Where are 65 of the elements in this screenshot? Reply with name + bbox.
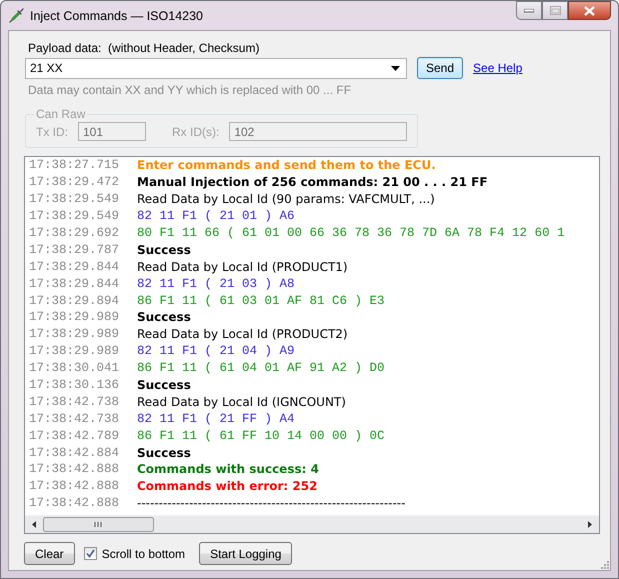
log-message: -------------------------------------------------------------- bbox=[137, 496, 406, 510]
horizontal-scrollbar[interactable] bbox=[25, 515, 599, 533]
log-message: Read Data by Local Id (90 params: VAFCMULT, ...) bbox=[137, 192, 435, 206]
log-message: Read Data by Local Id (IGNCOUNT) bbox=[137, 394, 346, 409]
log-message: Success bbox=[137, 242, 191, 257]
log-message: 82 11 F1 ( 21 04 ) A9 bbox=[137, 344, 295, 358]
log-message: 86 F1 11 ( 61 FF 10 14 00 00 ) 0C bbox=[137, 428, 385, 443]
clear-button[interactable]: Clear bbox=[24, 542, 75, 565]
log-message: 82 11 F1 ( 21 03 ) A8 bbox=[137, 276, 295, 291]
log-timestamp: 17:38:29.989 bbox=[29, 310, 120, 324]
window-title: Inject Commands — ISO14230 bbox=[30, 8, 203, 22]
tx-id-label: Tx ID: bbox=[36, 124, 68, 138]
log-message: Manual Injection of 256 commands: 21 00 . . . 21 FF bbox=[137, 175, 488, 190]
log-timestamp: 17:38:29.549 bbox=[29, 209, 120, 224]
maximize-button[interactable] bbox=[542, 1, 568, 20]
log-timestamp: 17:38:29.549 bbox=[29, 192, 120, 206]
resize-grip-icon[interactable] bbox=[599, 559, 609, 569]
dropdown-arrow-icon[interactable] bbox=[391, 66, 400, 70]
group-title: Can Raw bbox=[35, 107, 86, 121]
log-timestamp: 17:38:42.888 bbox=[29, 479, 120, 494]
log-timestamp: 17:38:29.472 bbox=[29, 175, 120, 190]
log-message: Enter commands and send them to the ECU. bbox=[137, 158, 436, 172]
log-message: 80 F1 11 66 ( 61 01 00 66 36 78 36 78 7D 6A 78 F4 12 60 1 bbox=[137, 226, 565, 240]
log-message: Read Data by Local Id (PRODUCT1) bbox=[137, 260, 348, 274]
rx-id-label: Rx ID(s): bbox=[172, 124, 220, 138]
log-message: 86 F1 11 ( 61 04 01 AF 91 A2 ) D0 bbox=[137, 361, 385, 376]
log-message: Commands with error: 252 bbox=[137, 479, 318, 494]
log-timestamp: 17:38:42.884 bbox=[29, 446, 120, 460]
payload-label: Payload data: (without Header, Checksum) bbox=[28, 41, 260, 55]
payload-combo-box[interactable]: 21 XX bbox=[25, 58, 407, 78]
checkbox-label: Scroll to bottom bbox=[102, 546, 186, 560]
log-message: 86 F1 11 ( 61 03 01 AF 81 C6 ) E3 bbox=[137, 294, 385, 308]
scroll-checkbox[interactable] bbox=[84, 547, 97, 560]
log-message: Commands with success: 4 bbox=[137, 462, 319, 476]
log-timestamp: 17:38:29.787 bbox=[29, 242, 120, 257]
log-timestamp: 17:38:29.692 bbox=[29, 226, 120, 240]
see-help-link[interactable]: See Help bbox=[473, 61, 522, 75]
log-message: 82 11 F1 ( 21 01 ) A6 bbox=[137, 209, 295, 224]
log-message: Success bbox=[137, 378, 191, 392]
log-message: Read Data by Local Id (PRODUCT2) bbox=[137, 327, 348, 342]
close-icon bbox=[584, 6, 595, 16]
log-timestamp: 17:38:29.844 bbox=[29, 260, 120, 274]
payload-hint: Data may contain XX and YY which is replaced with 00 ... FF bbox=[28, 83, 352, 97]
syringe-icon bbox=[8, 8, 24, 24]
log-timestamp: 17:38:30.041 bbox=[29, 361, 120, 376]
log-timestamp: 17:38:42.789 bbox=[29, 428, 120, 443]
minimize-icon bbox=[524, 8, 534, 12]
log-timestamp: 17:38:27.715 bbox=[29, 158, 120, 172]
start-logging-button[interactable]: Start Logging bbox=[199, 542, 292, 565]
log-timestamp: 17:38:30.136 bbox=[29, 378, 120, 392]
log-timestamp: 17:38:42.888 bbox=[29, 462, 120, 476]
log-message: Success bbox=[137, 310, 191, 324]
log-message: Success bbox=[137, 446, 191, 460]
maximize-icon bbox=[550, 6, 560, 15]
log-timestamp: 17:38:42.738 bbox=[29, 394, 120, 409]
log-timestamp: 17:38:42.738 bbox=[29, 412, 120, 426]
send-button[interactable]: Send bbox=[417, 57, 464, 79]
log-timestamp: 17:38:29.844 bbox=[29, 276, 120, 291]
log-timestamp: 17:38:29.894 bbox=[29, 294, 120, 308]
log-timestamp: 17:38:29.989 bbox=[29, 327, 120, 342]
minimize-button[interactable] bbox=[516, 1, 542, 20]
close-button[interactable] bbox=[568, 1, 611, 20]
log-timestamp: 17:38:29.989 bbox=[29, 344, 120, 358]
log-message: 82 11 F1 ( 21 FF ) A4 bbox=[137, 412, 295, 426]
log-timestamp: 17:38:42.888 bbox=[29, 496, 120, 510]
